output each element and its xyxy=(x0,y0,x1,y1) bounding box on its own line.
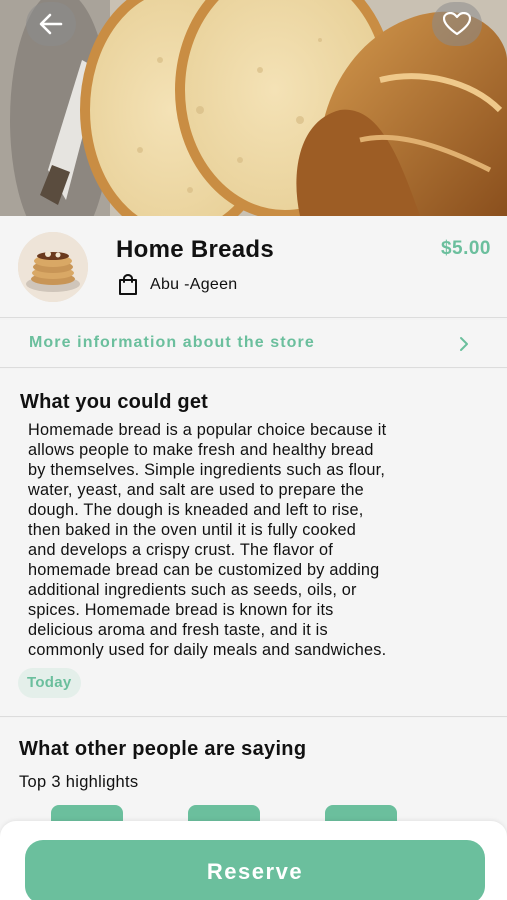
store-header: Home Breads $5.00 Abu -Ageen xyxy=(0,216,507,318)
reserve-button[interactable]: Reserve xyxy=(25,840,485,900)
description-line: homemade bread can be customized by addi… xyxy=(28,561,380,579)
description-line: allows people to make fresh and healthy … xyxy=(28,441,374,459)
shopping-bag-icon xyxy=(119,274,137,295)
bread-photo xyxy=(0,0,507,216)
description-line: delicious aroma and fresh taste, and it … xyxy=(28,621,328,639)
arrow-left-icon xyxy=(39,13,63,35)
description-line: and develops a crispy crust. The flavor … xyxy=(28,541,333,559)
description-line: water, yeast, and salt are used to prepa… xyxy=(28,481,364,499)
store-avatar xyxy=(18,232,88,302)
store-owner-name: Abu -Ageen xyxy=(150,276,238,293)
price-label: $5.00 xyxy=(440,238,491,259)
hero-image xyxy=(0,0,507,216)
reviews-subtitle: Top 3 highlights xyxy=(19,773,139,791)
store-info-label: More information about the store xyxy=(29,334,315,351)
heart-icon xyxy=(443,12,471,36)
back-button[interactable] xyxy=(26,2,76,46)
store-info-link[interactable]: More information about the store xyxy=(0,320,507,368)
description-line: by themselves. Simple ingredients such a… xyxy=(28,461,386,479)
description: Homemade bread is a popular choice becau… xyxy=(28,420,486,660)
store-title: Home Breads xyxy=(116,236,275,263)
availability-chip: Today xyxy=(18,668,81,698)
description-line: spices. Homemade bread is known for its xyxy=(28,601,334,619)
description-line: additional ingredients such as seeds, oi… xyxy=(28,581,357,599)
description-line: dough. The dough is kneaded and left to … xyxy=(28,501,364,519)
description-line: then baked in the oven until it is fully… xyxy=(28,521,356,539)
section-title: What you could get xyxy=(20,391,209,413)
store-owner: Abu -Ageen xyxy=(118,274,238,296)
favorite-button[interactable] xyxy=(432,2,482,46)
bottom-action-bar: Reserve xyxy=(0,821,507,900)
description-line: commonly used for daily meals and sandwi… xyxy=(28,641,387,659)
chevron-right-icon xyxy=(460,337,468,351)
what-you-get-section: What you could get Homemade bread is a p… xyxy=(0,369,507,717)
reviews-title: What other people are saying xyxy=(19,738,307,760)
description-line: Homemade bread is a popular choice becau… xyxy=(28,421,387,439)
